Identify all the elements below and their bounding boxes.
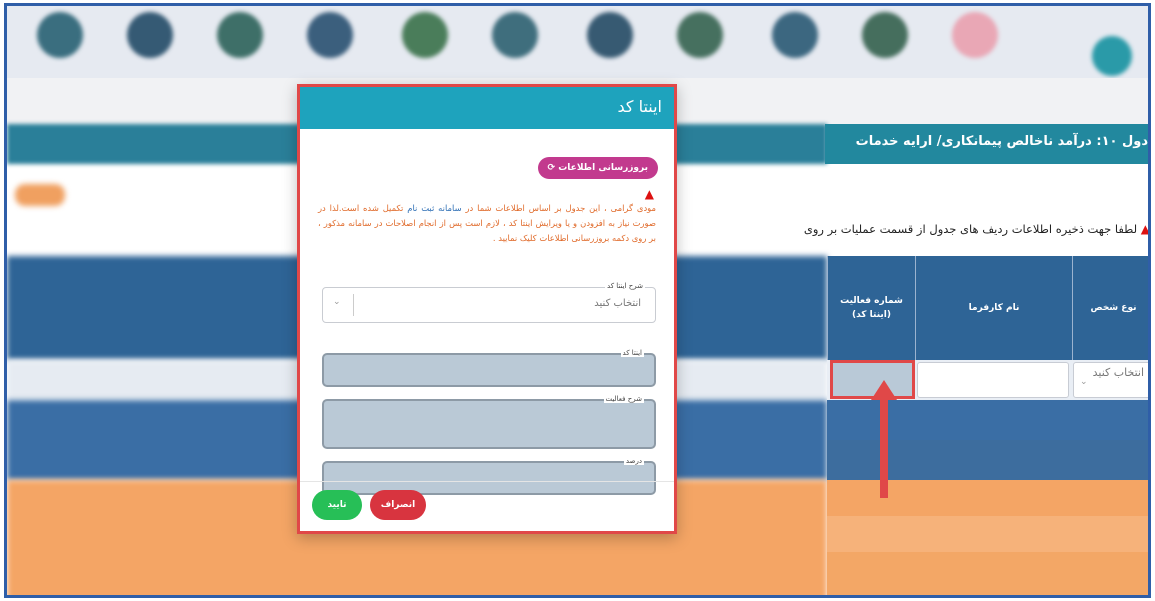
table-row (827, 552, 1148, 595)
blurred-button (15, 184, 65, 206)
save-warning: ▲ لطفا جهت ذخیره اطلاعات ردیف های جدول ا… (803, 222, 1150, 236)
modal-footer: تایید انصراف (300, 481, 674, 531)
warning-icon: ▲ (1140, 222, 1150, 236)
modal-title: اینتا کد (300, 87, 674, 129)
table-row (827, 516, 1148, 552)
refresh-icon: ⟳ (547, 163, 556, 173)
confirm-button[interactable]: تایید (312, 490, 362, 520)
app-icon (402, 12, 448, 58)
screenshot-frame: دول ۱۰: درآمد ناخالص پیمانکاری/ ارایه خد… (4, 3, 1151, 598)
app-icon (677, 12, 723, 58)
employer-name-input[interactable] (917, 362, 1069, 398)
chevron-down-icon: ⌄ (1080, 377, 1088, 387)
notice-text: مودی گرامی ، این جدول بر اساس اطلاعات شم… (318, 203, 656, 243)
arrow-up-icon (871, 380, 897, 498)
inta-code-input[interactable]: اینتا کد (322, 349, 656, 387)
app-icon (1092, 36, 1132, 76)
cancel-button[interactable]: انصراف (370, 490, 426, 520)
column-activity-number: شماره فعالیت (اینتا کد) (827, 256, 915, 360)
activity-description-textarea[interactable]: شرح فعالیت (322, 395, 656, 449)
chevron-down-icon: ⌄ (333, 297, 341, 307)
modal-body: بروزرسانی اطلاعات ⟳ ▲ مودی گرامی ، این ج… (300, 129, 674, 495)
app-icon (772, 12, 818, 58)
column-employer-name: نام کارفرما (915, 256, 1072, 360)
table-header: نوع شخص نام کارفرما شماره فعالیت (اینتا … (827, 256, 1148, 360)
table-title: دول ۱۰: درآمد ناخالص پیمانکاری/ ارایه خد… (825, 124, 1148, 164)
inta-code-modal: اینتا کد بروزرسانی اطلاعات ⟳ ▲ مودی گرام… (297, 84, 677, 534)
app-icon (307, 12, 353, 58)
app-icon (37, 12, 83, 58)
refresh-data-button[interactable]: بروزرسانی اطلاعات ⟳ (537, 157, 658, 179)
app-icon (587, 12, 633, 58)
app-icon (862, 12, 908, 58)
app-icon (492, 12, 538, 58)
app-icon (952, 12, 998, 58)
inta-code-description-select[interactable]: شرح اینتا کد انتخاب کنید ⌄ (322, 282, 656, 323)
app-icon (127, 12, 173, 58)
top-icon-bar (7, 6, 1148, 78)
person-type-select[interactable]: انتخاب کنید ⌄ (1073, 362, 1148, 398)
warning-icon: ▲ (644, 187, 654, 201)
column-person-type: نوع شخص (1072, 256, 1148, 360)
app-icon (217, 12, 263, 58)
